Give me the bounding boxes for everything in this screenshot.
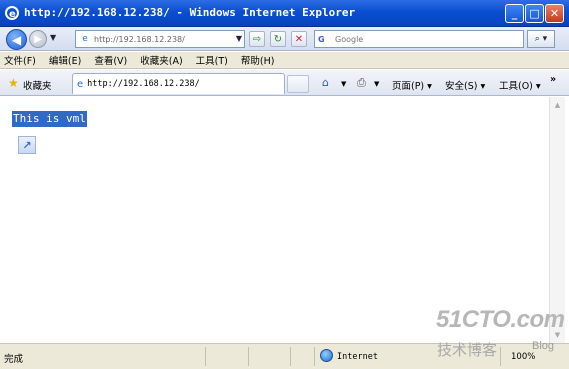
- tab-current[interactable]: e http://192.168.12.238/: [72, 73, 285, 94]
- refresh-icon[interactable]: ↻: [270, 31, 286, 47]
- status-divider: [500, 347, 501, 366]
- new-tab-button[interactable]: [287, 75, 309, 93]
- search-input[interactable]: [335, 34, 515, 44]
- page-menu-button[interactable]: 页面(P) ▾: [392, 78, 432, 92]
- watermark-blog: Blog: [532, 340, 555, 352]
- favorites-bar: ★ 收藏夹 e http://192.168.12.238/ ⌂ ▼ ⎙ ▼ 页…: [0, 70, 569, 96]
- print-dropdown-icon[interactable]: ▼: [374, 80, 379, 88]
- address-input[interactable]: [94, 34, 234, 44]
- forward-button[interactable]: ▶: [29, 30, 47, 48]
- internet-zone-globe-icon: [320, 349, 333, 362]
- stop-icon[interactable]: ✕: [291, 31, 307, 47]
- zoom-level[interactable]: 100%: [511, 352, 535, 362]
- ie-logo-icon: e: [5, 6, 19, 20]
- close-button[interactable]: ✕: [545, 4, 564, 23]
- recent-pages-dropdown[interactable]: ▼: [50, 33, 56, 42]
- ie-window: e http://192.168.12.238/ - Windows Inter…: [0, 0, 569, 369]
- tools-menu-button[interactable]: 工具(O) ▾: [499, 78, 541, 92]
- minimize-button[interactable]: _: [505, 4, 524, 23]
- vml-placeholder-icon[interactable]: ↗: [18, 136, 36, 154]
- search-button[interactable]: ⌕ ▾: [527, 30, 555, 48]
- security-zone-label: Internet: [337, 352, 378, 362]
- page-icon: e: [82, 34, 88, 44]
- more-commands-button[interactable]: »: [550, 74, 556, 85]
- home-icon[interactable]: ⌂: [322, 76, 329, 89]
- print-icon[interactable]: ⎙: [357, 76, 366, 90]
- safety-menu-button[interactable]: 安全(S) ▾: [445, 78, 485, 92]
- status-divider: [290, 347, 291, 366]
- tab-label: http://192.168.12.238/: [87, 79, 200, 89]
- address-dropdown-icon[interactable]: ▼: [236, 34, 242, 43]
- magnifier-icon: ⌕ ▾: [534, 34, 548, 44]
- favorites-star-icon[interactable]: ★: [8, 76, 19, 90]
- status-divider: [205, 347, 206, 366]
- watermark-brand: 51CTO.com: [436, 306, 565, 333]
- google-icon: G: [318, 34, 325, 44]
- menu-edit[interactable]: 编辑(E): [49, 53, 81, 67]
- maximize-button[interactable]: □: [525, 4, 544, 23]
- status-text: 完成: [4, 354, 24, 365]
- address-bar[interactable]: e ▼: [75, 30, 245, 48]
- navigation-bar: ◀ ▶ ▼ e ▼ ⇨ ↻ ✕ G ⌕ ▾: [0, 27, 569, 51]
- menu-help[interactable]: 帮助(H): [241, 53, 275, 67]
- status-divider: [248, 347, 249, 366]
- search-box[interactable]: G: [314, 30, 524, 48]
- selected-text[interactable]: This is vml: [12, 111, 87, 127]
- favorites-button[interactable]: 收藏夹: [23, 78, 52, 92]
- title-bar[interactable]: e http://192.168.12.238/ - Windows Inter…: [0, 0, 569, 27]
- window-title: http://192.168.12.238/ - Windows Interne…: [24, 6, 356, 19]
- menu-file[interactable]: 文件(F): [4, 53, 36, 67]
- scroll-up-icon[interactable]: ▲: [551, 98, 564, 112]
- back-button[interactable]: ◀: [6, 29, 27, 50]
- tab-page-icon: e: [77, 78, 84, 90]
- status-divider: [314, 347, 315, 366]
- watermark-subtitle: 技术博客: [437, 341, 498, 359]
- menu-favorites[interactable]: 收藏夹(A): [140, 53, 182, 67]
- svg-text:e: e: [9, 9, 16, 20]
- menu-bar: 文件(F) 编辑(E) 查看(V) 收藏夹(A) 工具(T) 帮助(H): [0, 52, 569, 69]
- go-icon[interactable]: ⇨: [249, 31, 265, 47]
- menu-tools[interactable]: 工具(T): [196, 53, 228, 67]
- home-dropdown-icon[interactable]: ▼: [341, 80, 346, 88]
- menu-view[interactable]: 查看(V): [94, 53, 127, 67]
